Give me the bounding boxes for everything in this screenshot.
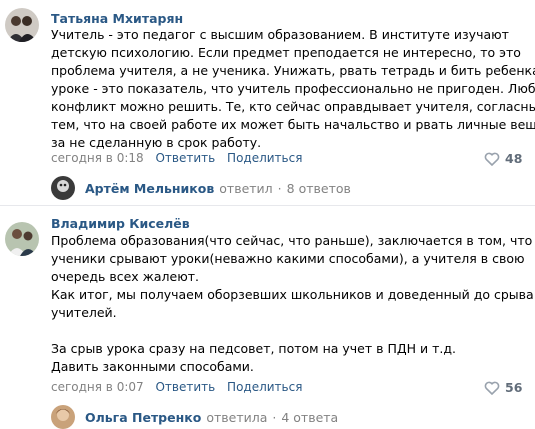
like-count: 48 <box>505 151 523 166</box>
replies-thread[interactable]: Ольга Петренко ответила · 4 ответа <box>51 405 338 429</box>
reply-count[interactable]: 8 ответов <box>287 181 351 196</box>
avatar[interactable] <box>5 222 39 256</box>
timestamp[interactable]: сегодня в 0:07 <box>51 380 144 394</box>
avatar[interactable] <box>5 8 39 42</box>
reply-author[interactable]: Ольга Петренко <box>85 410 201 425</box>
avatar <box>51 405 75 429</box>
text-line: конфликт можно решить. Те, кто сейчас оп… <box>51 99 535 114</box>
text-line: очередь всех жалеют. <box>51 269 200 284</box>
share-link[interactable]: Поделиться <box>227 380 302 394</box>
text-line: Учитель - это педагог с высшим образован… <box>51 27 509 42</box>
author-name[interactable]: Владимир Киселёв <box>51 216 190 231</box>
timestamp[interactable]: сегодня в 0:18 <box>51 151 144 165</box>
replies-thread[interactable]: Артём Мельников ответил · 8 ответов <box>51 176 351 200</box>
share-link[interactable]: Поделиться <box>227 151 302 165</box>
text-line: проблема учителя, а не ученика. Унижать,… <box>51 63 535 78</box>
text-line <box>51 322 534 340</box>
reply-author[interactable]: Артём Мельников <box>85 181 214 196</box>
like-count: 56 <box>505 380 523 395</box>
text-line: за не сделанную в срок работу. <box>51 135 262 150</box>
divider <box>0 205 535 206</box>
reply-action: ответил <box>219 180 273 196</box>
separator-dot: · <box>272 409 277 425</box>
text-line: За срыв урока сразу на педсовет, потом н… <box>51 341 456 356</box>
reply-link[interactable]: Ответить <box>155 380 215 394</box>
text-line: детскую психологию. Если предмет препода… <box>51 45 521 60</box>
text-line: Давить законными способами. <box>51 359 254 374</box>
text-line: учителей. <box>51 305 117 320</box>
reply-count[interactable]: 4 ответа <box>281 410 338 425</box>
text-line: тем, что на своей работе их может быть н… <box>51 117 535 132</box>
heart-icon <box>484 152 500 166</box>
text-line: ученики срывают уроки(неважно какими спо… <box>51 251 525 266</box>
avatar <box>51 176 75 200</box>
like-button[interactable]: 56 <box>484 380 522 395</box>
reply-link[interactable]: Ответить <box>155 151 215 165</box>
separator-dot: · <box>277 180 282 196</box>
comment-text: Учитель - это педагог с высшим образован… <box>51 26 535 152</box>
reply-action: ответила <box>206 409 268 425</box>
author-name[interactable]: Татьяна Мхитарян <box>51 11 183 26</box>
comment-text: Проблема образования(что сейчас, что ран… <box>51 232 534 376</box>
heart-icon <box>484 381 500 395</box>
text-line: уроке - это показатель, что учитель проф… <box>51 81 535 96</box>
text-line: Как итог, мы получаем оборзевших школьни… <box>51 287 534 302</box>
like-button[interactable]: 48 <box>484 151 522 166</box>
comment-meta: сегодня в 0:18 Ответить Поделиться <box>51 151 302 165</box>
comment-meta: сегодня в 0:07 Ответить Поделиться <box>51 380 302 394</box>
text-line: Проблема образования(что сейчас, что ран… <box>51 233 533 248</box>
